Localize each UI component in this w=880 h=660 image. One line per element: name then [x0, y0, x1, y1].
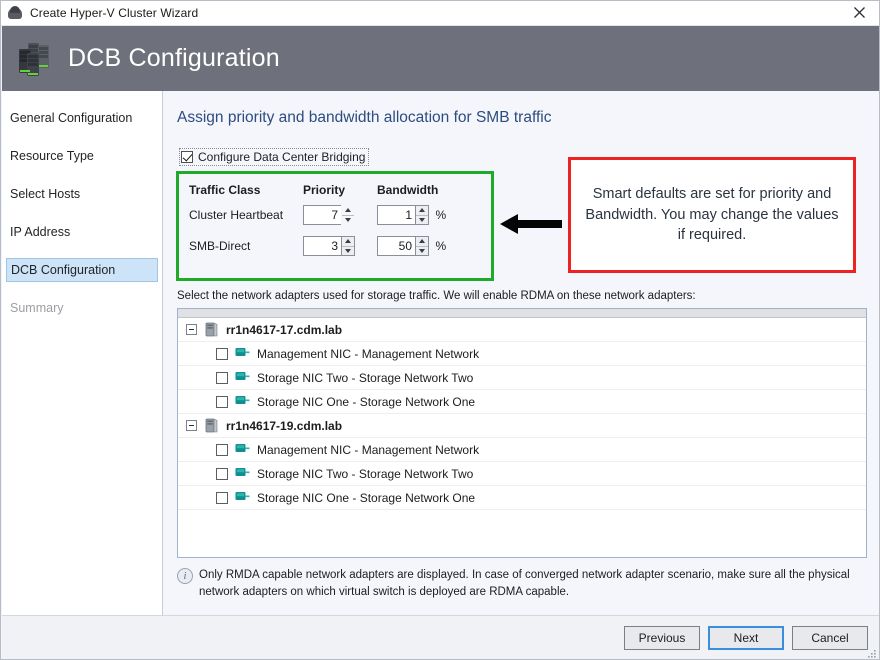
column-header-traffic-class: Traffic Class: [189, 183, 303, 197]
traffic-class-name: SMB-Direct: [189, 239, 303, 253]
sidebar-item-summary: Summary: [6, 296, 158, 320]
nic-label: Management NIC - Management Network: [257, 443, 479, 457]
network-adapter-icon: [235, 467, 250, 480]
tree-host-row[interactable]: rr1n4617-19.cdm.lab: [178, 414, 866, 438]
bandwidth-stepper-heartbeat[interactable]: %: [377, 205, 477, 225]
priority-spinner-smbdirect[interactable]: [341, 236, 355, 256]
tree-nic-row[interactable]: Management NIC - Management Network: [178, 342, 866, 366]
previous-button[interactable]: Previous: [624, 626, 700, 650]
tree-nic-row[interactable]: Storage NIC One - Storage Network One: [178, 390, 866, 414]
host-name: rr1n4617-17.cdm.lab: [226, 323, 342, 337]
content-pane: Assign priority and bandwidth allocation…: [163, 91, 880, 615]
nic-label: Storage NIC Two - Storage Network Two: [257, 467, 473, 481]
network-adapter-icon: [235, 443, 250, 456]
traffic-class-name: Cluster Heartbeat: [189, 208, 303, 222]
spinner-up-icon[interactable]: [416, 237, 428, 247]
spinner-down-icon[interactable]: [416, 247, 428, 256]
priority-input-smbdirect[interactable]: [303, 236, 341, 256]
network-adapter-icon: [235, 347, 250, 360]
traffic-class-table: Traffic Class Priority Bandwidth Cluster…: [189, 183, 489, 266]
server-icon: [205, 418, 218, 433]
spinner-up-icon[interactable]: [342, 206, 354, 216]
page-banner: DCB Configuration: [2, 26, 880, 91]
bandwidth-input-heartbeat[interactable]: [377, 205, 415, 225]
info-note: i Only RMDA capable network adapters are…: [177, 567, 869, 602]
nic-checkbox[interactable]: [216, 492, 228, 504]
tree-nic-row[interactable]: Storage NIC Two - Storage Network Two: [178, 462, 866, 486]
info-note-text: Only RMDA capable network adapters are d…: [199, 567, 869, 602]
column-header-bandwidth: Bandwidth: [377, 183, 477, 197]
bandwidth-stepper-smbdirect[interactable]: %: [377, 236, 477, 256]
next-button[interactable]: Next: [708, 626, 784, 650]
percent-unit-label: %: [435, 208, 446, 222]
tree-nic-row[interactable]: Storage NIC One - Storage Network One: [178, 486, 866, 510]
priority-input-heartbeat[interactable]: [303, 205, 341, 225]
server-icon: [205, 322, 218, 337]
resize-grip-icon[interactable]: [865, 646, 877, 658]
wizard-window: Create Hyper-V Cluster Wizard: [0, 0, 880, 660]
content-heading: Assign priority and bandwidth allocation…: [177, 109, 551, 127]
nic-checkbox[interactable]: [216, 348, 228, 360]
table-header-row: Traffic Class Priority Bandwidth: [189, 183, 489, 197]
close-icon[interactable]: [837, 1, 880, 24]
title-bar: Create Hyper-V Cluster Wizard: [1, 1, 880, 26]
nic-checkbox[interactable]: [216, 468, 228, 480]
percent-unit-label: %: [435, 239, 446, 253]
priority-stepper-heartbeat[interactable]: [303, 205, 377, 225]
nic-label: Management NIC - Management Network: [257, 347, 479, 361]
nic-label: Storage NIC Two - Storage Network Two: [257, 371, 473, 385]
info-icon: i: [177, 568, 193, 584]
configure-dcb-checkbox[interactable]: Configure Data Center Bridging: [179, 148, 369, 166]
server-stack-icon: [14, 39, 56, 79]
sidebar-item-general-configuration[interactable]: General Configuration: [6, 106, 158, 130]
nic-label: Storage NIC One - Storage Network One: [257, 491, 475, 505]
bandwidth-input-smbdirect[interactable]: [377, 236, 415, 256]
sidebar-item-select-hosts[interactable]: Select Hosts: [6, 182, 158, 206]
priority-stepper-smbdirect[interactable]: [303, 236, 377, 256]
spinner-down-icon[interactable]: [342, 247, 354, 256]
collapse-icon[interactable]: [186, 324, 197, 335]
host-name: rr1n4617-19.cdm.lab: [226, 419, 342, 433]
page-title: DCB Configuration: [68, 44, 280, 73]
sidebar-item-dcb-configuration[interactable]: DCB Configuration: [6, 258, 158, 282]
nic-checkbox[interactable]: [216, 444, 228, 456]
checkbox-box: [181, 151, 193, 163]
network-adapter-icon: [235, 371, 250, 384]
configure-dcb-label: Configure Data Center Bridging: [198, 150, 365, 164]
annotation-text: Smart defaults are set for priority and …: [581, 184, 843, 246]
spinner-down-icon[interactable]: [416, 216, 428, 225]
network-adapter-icon: [235, 395, 250, 408]
bandwidth-spinner-heartbeat[interactable]: [415, 205, 429, 225]
wizard-steps-sidebar: General Configuration Resource Type Sele…: [2, 91, 163, 615]
collapse-icon[interactable]: [186, 420, 197, 431]
column-header-priority: Priority: [303, 183, 377, 197]
table-row: SMB-Direct: [189, 235, 489, 257]
footer-bar: Previous Next Cancel: [2, 615, 880, 660]
nic-label: Storage NIC One - Storage Network One: [257, 395, 475, 409]
bandwidth-spinner-smbdirect[interactable]: [415, 236, 429, 256]
priority-spinner-heartbeat[interactable]: [341, 205, 355, 225]
tree-host-row[interactable]: rr1n4617-17.cdm.lab: [178, 318, 866, 342]
wizard-icon: [7, 5, 23, 21]
sidebar-item-resource-type[interactable]: Resource Type: [6, 144, 158, 168]
adapters-instruction: Select the network adapters used for sto…: [177, 290, 696, 302]
cancel-button[interactable]: Cancel: [792, 626, 868, 650]
annotation-callout: Smart defaults are set for priority and …: [568, 157, 856, 273]
nic-checkbox[interactable]: [216, 372, 228, 384]
spinner-down-icon[interactable]: [342, 216, 354, 225]
spinner-up-icon[interactable]: [416, 206, 428, 216]
tree-nic-row[interactable]: Management NIC - Management Network: [178, 438, 866, 462]
network-adapter-icon: [235, 491, 250, 504]
window-title: Create Hyper-V Cluster Wizard: [30, 6, 198, 20]
left-arrow-icon: [500, 211, 562, 237]
listbox-header-strip: [178, 309, 866, 318]
network-adapters-listbox[interactable]: rr1n4617-17.cdm.lab Management NIC - Man…: [177, 308, 867, 558]
nic-checkbox[interactable]: [216, 396, 228, 408]
table-row: Cluster Heartbeat: [189, 204, 489, 226]
tree-nic-row[interactable]: Storage NIC Two - Storage Network Two: [178, 366, 866, 390]
spinner-up-icon[interactable]: [342, 237, 354, 247]
sidebar-item-ip-address[interactable]: IP Address: [6, 220, 158, 244]
